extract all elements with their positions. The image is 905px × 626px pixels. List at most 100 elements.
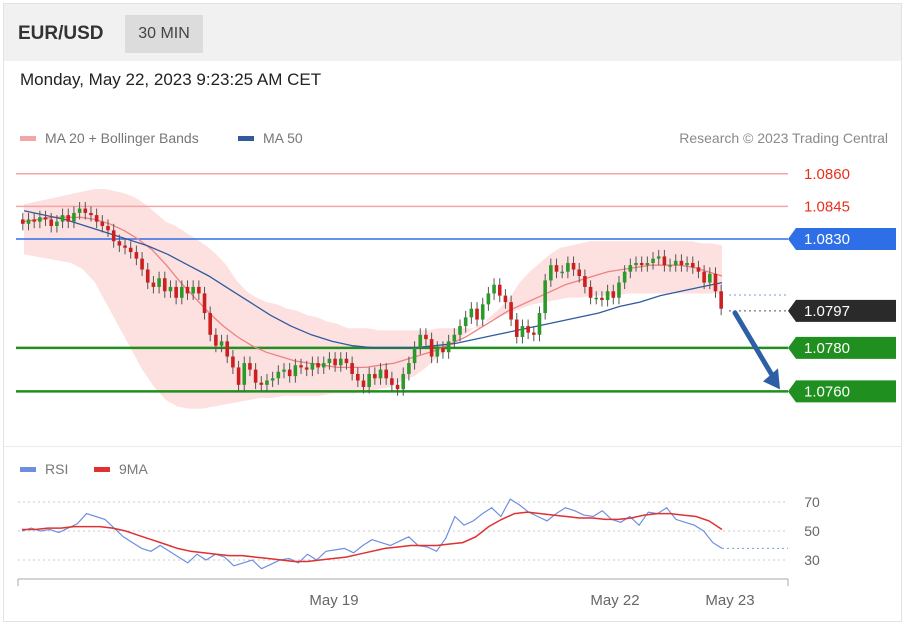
candle-body (526, 326, 530, 333)
candle-body (134, 252, 139, 259)
rsi-tick-label: 70 (804, 494, 820, 510)
candle-body (265, 380, 269, 385)
candle-body (43, 217, 48, 220)
x-tick-label: May 23 (705, 592, 754, 609)
candle-body (486, 293, 491, 305)
projection-arrow-shaft (732, 310, 777, 381)
candle-body (106, 225, 110, 231)
level-label-0: 1.0860 (804, 166, 850, 183)
candle-body (537, 313, 542, 335)
candle-body (214, 334, 218, 346)
candle-body (514, 319, 519, 337)
candle-body (299, 365, 303, 368)
candle-body (321, 363, 326, 368)
candle-body (656, 256, 661, 259)
candle-body (89, 212, 93, 216)
candle-body (577, 269, 582, 277)
candle-body (185, 286, 190, 294)
candle-body (685, 262, 689, 266)
candle-body (145, 269, 150, 283)
candle-body (520, 326, 525, 337)
candle-body (55, 221, 59, 226)
candle-body (361, 380, 366, 388)
candle-body (350, 363, 354, 374)
candle-body (458, 326, 462, 335)
candle-body (21, 219, 25, 224)
candle-body (566, 262, 570, 272)
candle-body (304, 367, 309, 370)
x-tick-label: May 19 (309, 592, 358, 609)
candle-body (83, 208, 88, 213)
candle-body (242, 363, 247, 385)
candle-body (673, 260, 678, 266)
candle-body (49, 219, 54, 226)
candle-body (600, 297, 604, 300)
candle-body (270, 378, 275, 381)
candle-body (162, 278, 167, 292)
candle-body (77, 208, 82, 213)
candle-body (429, 339, 434, 357)
candle-body (463, 317, 468, 327)
candle-body (708, 273, 712, 283)
candle-body (293, 365, 298, 377)
rsi-tick-label: 50 (804, 523, 820, 539)
candle-body (117, 241, 122, 246)
candle-body (72, 212, 76, 222)
candle-body (310, 363, 315, 370)
candle-body (344, 358, 349, 364)
candle-body (532, 332, 536, 335)
candle-body (503, 295, 508, 303)
candle-body (679, 260, 684, 266)
level-label-4: 1.0780 (804, 340, 850, 357)
candle-body (622, 271, 627, 283)
candle-body (191, 286, 195, 294)
candle-body (611, 291, 616, 298)
candle-body (662, 256, 667, 266)
level-label-2: 1.0830 (804, 231, 850, 248)
candle-body (26, 219, 31, 224)
candle-body (282, 369, 286, 372)
candle-body (543, 280, 547, 314)
candle-body (497, 284, 502, 296)
candle-body (588, 286, 593, 298)
candle-body (202, 293, 207, 314)
candle-body (128, 247, 133, 253)
candle-body (140, 258, 144, 270)
candle-body (60, 215, 65, 222)
candle-body (111, 230, 116, 242)
candle-body (435, 347, 440, 357)
candle-body (605, 291, 610, 300)
candle-body (66, 215, 71, 222)
candle-body (713, 273, 718, 292)
candle-body (446, 341, 451, 353)
candle-body (197, 286, 201, 294)
candle-body (469, 308, 474, 318)
candle-body (100, 221, 105, 226)
candle-body (560, 271, 564, 274)
candle-body (32, 219, 36, 222)
candle-body (617, 282, 621, 298)
candle-body (651, 258, 655, 263)
candle-body (236, 367, 241, 385)
candle-body (628, 265, 633, 272)
candle-body (395, 384, 400, 390)
candle-body (356, 373, 360, 381)
candle-body (492, 284, 496, 294)
candle-body (94, 215, 99, 222)
candle-body (338, 358, 343, 366)
rsi-tick-label: 30 (804, 552, 820, 568)
candle-body (475, 308, 479, 320)
candle-body (401, 373, 406, 390)
candle-body (645, 262, 650, 266)
candle-body (378, 369, 383, 379)
candle-body (287, 369, 292, 377)
candle-body (452, 334, 457, 342)
candle-body (418, 334, 423, 348)
candle-body (441, 347, 445, 353)
bollinger-band (24, 188, 722, 409)
chart-widget: EUR/USD 30 MIN Monday, May 22, 2023 9:23… (3, 3, 902, 622)
candle-body (554, 265, 559, 272)
candle-body (259, 382, 264, 385)
candle-body (38, 217, 42, 222)
candle-body (157, 278, 161, 287)
